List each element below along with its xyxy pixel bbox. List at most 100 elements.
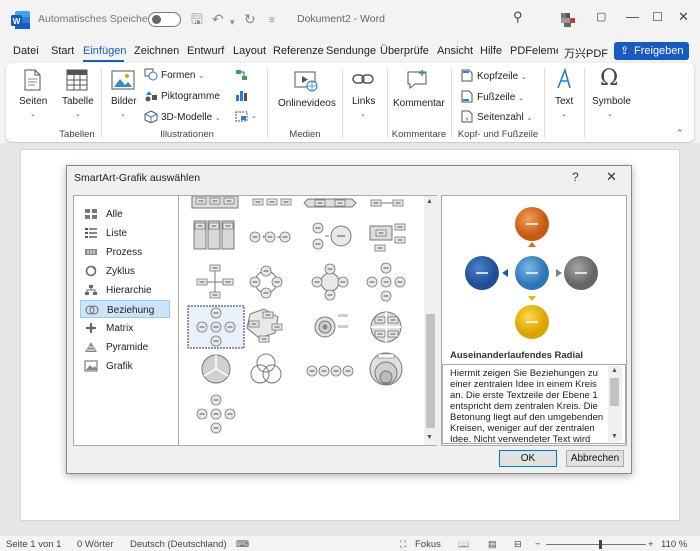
autosave-toggle[interactable]	[148, 12, 181, 27]
layout-thumb[interactable]	[249, 265, 283, 299]
avatar[interactable]	[561, 13, 575, 27]
tab-start[interactable]: Start	[51, 45, 74, 57]
category-alle[interactable]: Alle	[80, 205, 170, 223]
layout-thumb[interactable]	[306, 365, 354, 377]
language-status[interactable]: Deutsch (Deutschland)	[130, 539, 227, 550]
layout-thumb[interactable]	[369, 223, 406, 252]
zoom-out-button[interactable]: −	[535, 539, 541, 550]
kommentar-button[interactable]: Kommentar	[393, 98, 445, 109]
scroll-down-icon[interactable]: ▼	[611, 433, 618, 440]
group-separator	[544, 68, 545, 138]
print-layout-icon[interactable]: ▤	[488, 539, 497, 550]
layout-thumbnails: + =	[187, 196, 406, 434]
zoom-level[interactable]: 110 %	[661, 539, 687, 550]
page-count[interactable]: Seite 1 von 1	[6, 539, 61, 550]
category-pyramide[interactable]: Pyramide	[80, 338, 170, 356]
minimize-icon[interactable]: —	[626, 10, 639, 24]
tab-sendungen[interactable]: Sendunge	[326, 45, 376, 57]
tab-hilfe[interactable]: Hilfe	[480, 45, 502, 57]
symbole-button[interactable]: Symbole	[592, 96, 631, 107]
ribbon-display-icon[interactable]: ▢	[596, 10, 606, 24]
category-beziehung[interactable]: Beziehung	[80, 300, 170, 318]
category-grafik[interactable]: Grafik	[80, 357, 170, 375]
links-button[interactable]: Links	[352, 96, 375, 107]
layout-thumb[interactable]	[370, 199, 404, 207]
kopfzeile-button[interactable]: Kopfzeile ⌄	[477, 71, 527, 82]
formen-button[interactable]: Formen ⌄	[161, 70, 204, 81]
accessibility-icon[interactable]: ⌨	[236, 539, 249, 550]
tab-ueberpruefen[interactable]: Überprüfe	[380, 45, 429, 57]
redo-icon[interactable]: ↻	[244, 12, 256, 26]
tab-layout[interactable]: Layout	[233, 45, 266, 57]
tab-referenzen[interactable]: Referenze	[273, 45, 324, 57]
zoom-in-button[interactable]: +	[648, 539, 654, 550]
customize-icon[interactable]: ≡	[269, 14, 275, 28]
scroll-up-icon[interactable]: ▲	[611, 367, 618, 374]
tab-ansicht[interactable]: Ansicht	[437, 45, 473, 57]
collapse-ribbon-icon[interactable]: ⌃	[676, 128, 684, 139]
piktogramme-button[interactable]: Piktogramme	[161, 91, 220, 102]
layout-thumb[interactable]	[369, 352, 403, 386]
search-icon[interactable]: ⚲	[513, 10, 523, 24]
text-button[interactable]: Text	[555, 96, 573, 107]
tab-einfuegen[interactable]: Einfügen	[83, 45, 126, 57]
gallery-scroll-thumb[interactable]	[426, 314, 435, 428]
category-prozess[interactable]: Prozess	[80, 243, 170, 261]
cancel-button[interactable]: Abbrechen	[566, 450, 624, 467]
links-chevron-icon: ⌄	[360, 111, 366, 118]
read-mode-icon[interactable]: 📖	[458, 539, 469, 550]
ok-button[interactable]: OK	[499, 450, 557, 467]
maximize-icon[interactable]: ☐	[652, 10, 663, 24]
save-icon[interactable]: 🖫	[191, 12, 203, 26]
share-button[interactable]: ⇪ Freigeben	[614, 42, 689, 60]
fusszeile-button[interactable]: Fußzeile ⌄	[477, 92, 524, 103]
layout-thumb[interactable]	[196, 264, 234, 299]
layout-thumb[interactable]	[303, 198, 357, 208]
layout-thumb[interactable]	[193, 220, 235, 250]
close-icon[interactable]: ✕	[678, 10, 689, 24]
tab-zeichnen[interactable]: Zeichnen	[134, 45, 179, 57]
screenshot-chevron-icon[interactable]: ⌄	[251, 112, 257, 120]
dialog-close-button[interactable]: ✕	[606, 169, 617, 185]
layout-thumb[interactable]	[191, 196, 239, 209]
layout-thumb[interactable]	[201, 354, 231, 384]
description-scroll-thumb[interactable]	[610, 378, 619, 406]
undo-icon[interactable]: ↶	[212, 12, 224, 26]
seiten-button[interactable]: Seiten	[19, 96, 47, 107]
preview-title: Auseinanderlaufendes Radial	[450, 350, 584, 361]
tab-pdfelement[interactable]: PDFelemer	[510, 45, 558, 57]
undo-dropdown-icon[interactable]: ▾	[230, 15, 235, 29]
layout-thumb[interactable]	[312, 222, 352, 250]
tab-wanxing-pdf[interactable]: 万兴PDF	[564, 45, 608, 61]
tab-entwurf[interactable]: Entwurf	[187, 45, 224, 57]
seitenzahl-button[interactable]: Seitenzahl ⌄	[477, 112, 532, 123]
layout-thumb[interactable]	[252, 198, 292, 206]
layout-thumb[interactable]	[246, 308, 283, 343]
description-text[interactable]: Hiermit zeigen Sie Beziehungen zu einer …	[442, 364, 626, 444]
layout-thumb[interactable]	[250, 353, 282, 384]
layout-thumb[interactable]	[314, 314, 348, 338]
group-tabellen: Tabellen	[59, 129, 95, 140]
layout-thumb[interactable]	[370, 311, 402, 343]
onlinevideos-button[interactable]: Onlinevideos	[278, 98, 336, 109]
tab-datei[interactable]: Datei	[13, 45, 39, 57]
category-zyklus[interactable]: Zyklus	[80, 262, 170, 280]
focus-button[interactable]: Fokus	[415, 539, 441, 550]
help-button[interactable]: ?	[572, 170, 579, 184]
category-matrix[interactable]: Matrix	[80, 319, 170, 337]
scroll-down-icon[interactable]: ▼	[426, 434, 433, 441]
layout-thumb[interactable]	[366, 262, 406, 302]
word-count[interactable]: 0 Wörter	[77, 539, 113, 550]
3d-modelle-button[interactable]: 3D-Modelle ⌄	[161, 112, 221, 123]
web-layout-icon[interactable]: ⊟	[514, 539, 522, 550]
category-hierarchie[interactable]: Hierarchie	[80, 281, 170, 299]
scroll-up-icon[interactable]: ▲	[426, 198, 433, 205]
bilder-button[interactable]: Bilder	[111, 96, 137, 107]
layout-thumb[interactable]	[311, 263, 349, 301]
zoom-slider-thumb[interactable]	[599, 540, 602, 549]
tabelle-button[interactable]: Tabelle	[62, 96, 94, 107]
layout-thumb[interactable]: + =	[249, 231, 291, 243]
category-liste[interactable]: Liste	[80, 224, 170, 242]
layout-thumb[interactable]	[196, 394, 236, 434]
zoom-slider[interactable]	[546, 544, 646, 545]
